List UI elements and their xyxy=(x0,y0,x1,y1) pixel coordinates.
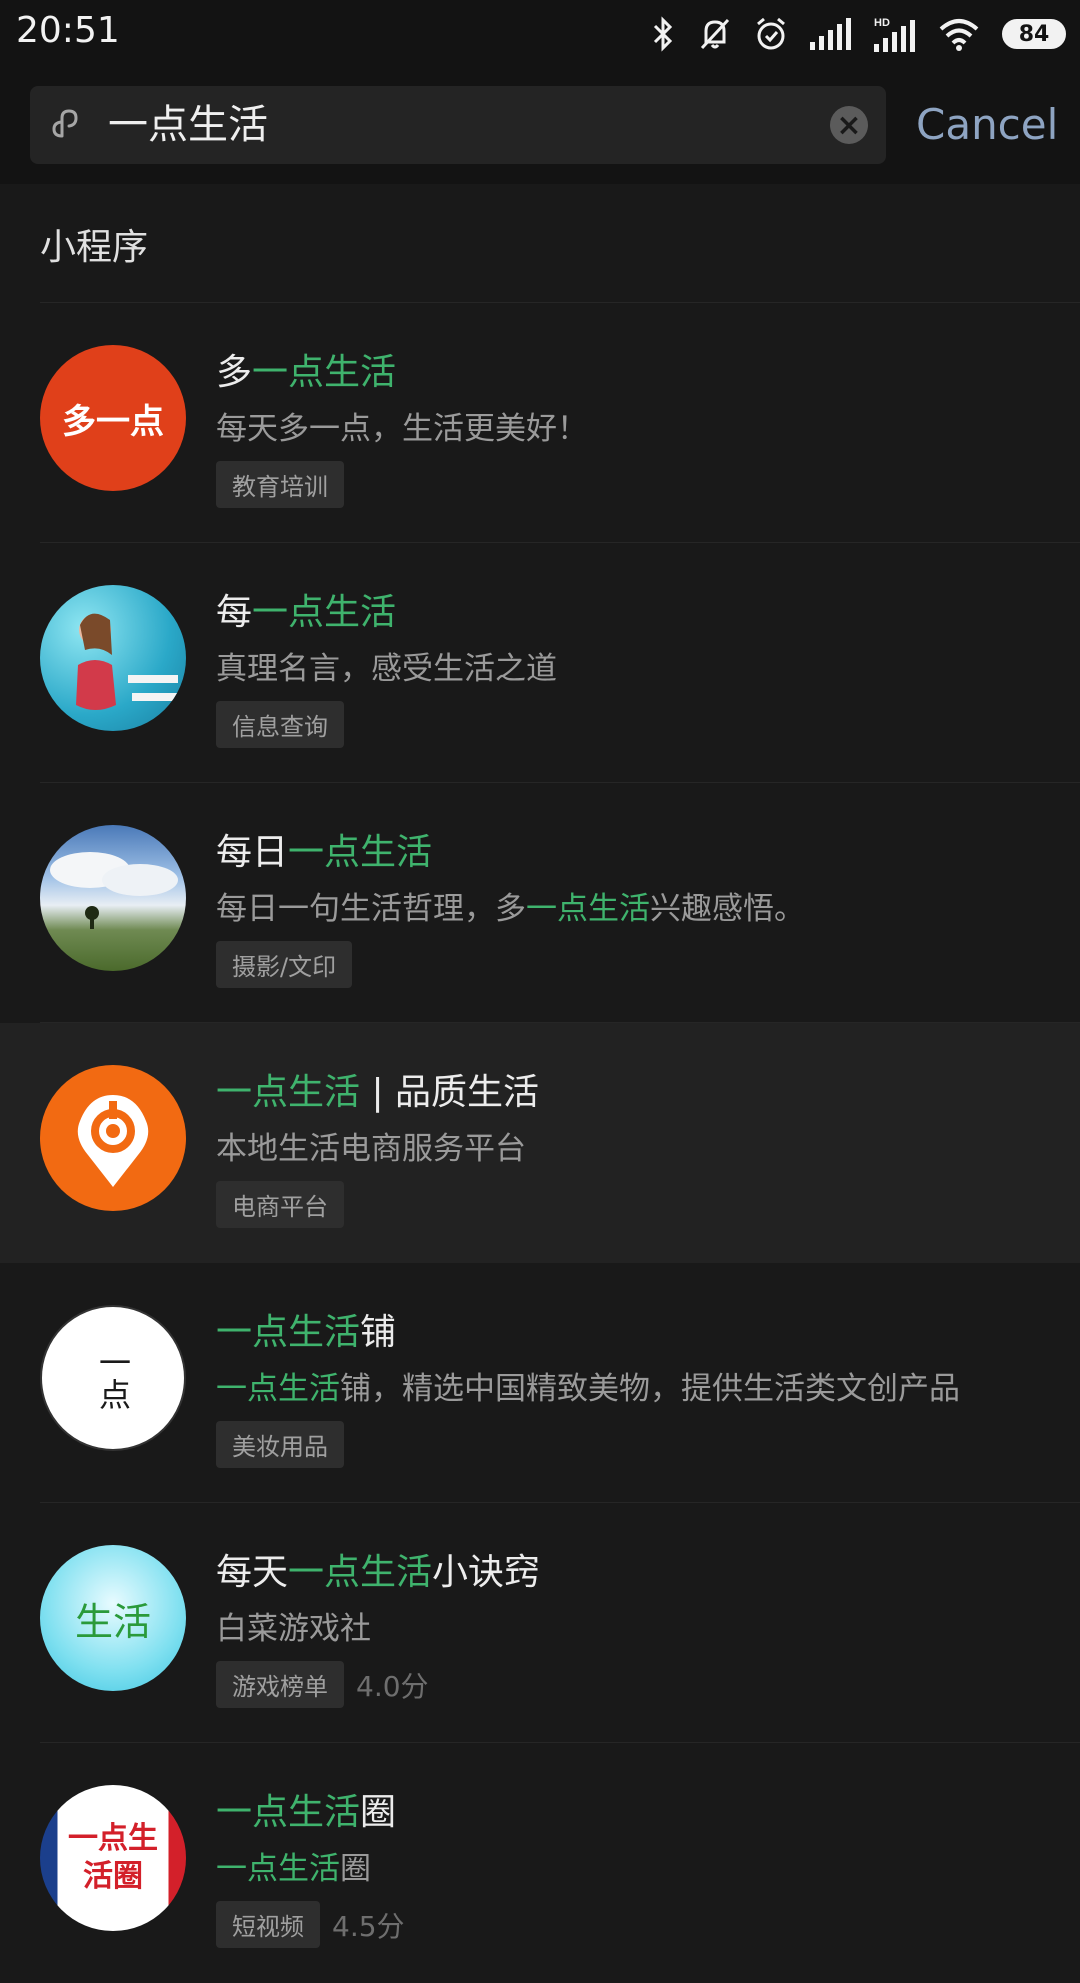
clear-icon[interactable]: × xyxy=(830,106,868,144)
alarm-icon xyxy=(757,17,785,50)
item-tags: 电商平台 xyxy=(216,1181,344,1228)
category-tag: 电商平台 xyxy=(216,1181,344,1228)
avatar xyxy=(40,825,186,971)
item-tags: 美妆用品 xyxy=(216,1421,344,1468)
section-title: 小程序 xyxy=(40,227,149,268)
landscape-photo-icon xyxy=(50,852,178,929)
item-description: 本地生活电商服务平台 xyxy=(216,1131,526,1167)
item-tags: 摄影/文印 xyxy=(216,941,353,988)
search-bar: 一点生活 × Cancel xyxy=(0,68,1080,184)
item-tags: 短视频 4.5分 xyxy=(216,1901,405,1948)
battery-indicator: 84 xyxy=(1002,19,1066,49)
category-tag: 短视频 xyxy=(216,1901,320,1948)
item-title: 一点生活圈 xyxy=(216,1792,397,1833)
item-description: 每天多一点，生活更美好！ xyxy=(216,411,588,447)
location-pin-icon xyxy=(77,1095,149,1187)
person-photo-icon xyxy=(76,613,182,710)
result-item[interactable]: 一点生活圈 一点生活圈 一点生活圈 短视频 4.5分 xyxy=(0,1743,1080,1983)
item-tags: 教育培训 xyxy=(216,461,344,508)
wifi-icon xyxy=(939,19,979,51)
avatar-logo-text: 一点 xyxy=(94,1346,132,1410)
result-item[interactable]: 一点 一点生活铺 一点生活铺，精选中国精致美物，提供生活类文创产品 美妆用品 xyxy=(0,1263,1080,1503)
result-item[interactable]: 一点生活 | 品质生活 本地生活电商服务平台 电商平台 xyxy=(0,1023,1080,1263)
category-tag: 美妆用品 xyxy=(216,1421,344,1468)
signal-icon xyxy=(810,18,851,50)
avatar: 一点 xyxy=(40,1305,186,1451)
avatar: 一点生活圈 xyxy=(40,1785,186,1931)
status-icons: HD 84 xyxy=(650,10,1066,58)
item-title: 一点生活 | 品质生活 xyxy=(216,1072,540,1113)
avatar: 多一点 xyxy=(40,345,186,491)
svg-text:HD: HD xyxy=(874,17,890,29)
search-box[interactable]: 一点生活 × xyxy=(30,86,886,164)
item-description: 白菜游戏社 xyxy=(216,1611,371,1647)
item-description: 每日一句生活哲理，多一点生活兴趣感悟。 xyxy=(216,891,805,927)
category-tag: 教育培训 xyxy=(216,461,344,508)
miniprogram-icon xyxy=(52,109,78,138)
cancel-button[interactable]: Cancel xyxy=(916,86,1058,164)
search-input[interactable]: 一点生活 xyxy=(108,86,788,164)
item-description: 一点生活圈 xyxy=(216,1851,371,1887)
category-tag: 摄影/文印 xyxy=(216,941,353,988)
item-title: 多一点生活 xyxy=(216,352,397,393)
results-list: 多一点 多一点生活 每天多一点，生活更美好！ 教育培训 每一点生活 真理名言，感… xyxy=(0,303,1080,1983)
avatar xyxy=(40,1065,186,1211)
rating: 4.5分 xyxy=(332,1909,405,1943)
avatar: 生活 xyxy=(40,1545,186,1691)
rating: 4.0分 xyxy=(356,1669,429,1703)
avatar xyxy=(40,585,186,731)
item-title: 一点生活铺 xyxy=(216,1312,397,1353)
avatar-logo-text: 多一点 xyxy=(62,401,164,442)
item-description: 真理名言，感受生活之道 xyxy=(216,651,557,687)
category-tag: 信息查询 xyxy=(216,701,344,748)
result-item[interactable]: 多一点 多一点生活 每天多一点，生活更美好！ 教育培训 xyxy=(0,303,1080,543)
status-time: 20:51 xyxy=(16,10,120,51)
avatar-logo-text: 一点生活圈 xyxy=(68,1821,158,1894)
item-title: 每天一点生活小诀窍 xyxy=(216,1552,541,1593)
item-title: 每日一点生活 xyxy=(216,832,433,873)
item-tags: 信息查询 xyxy=(216,701,344,748)
result-item[interactable]: 生活 每天一点生活小诀窍 白菜游戏社 游戏榜单 4.0分 xyxy=(0,1503,1080,1743)
category-tag: 游戏榜单 xyxy=(216,1661,344,1708)
result-item[interactable]: 每一点生活 真理名言，感受生活之道 信息查询 xyxy=(0,543,1080,783)
hd-signal-icon: HD xyxy=(874,17,915,52)
mute-bell-icon xyxy=(700,18,730,50)
item-tags: 游戏榜单 4.0分 xyxy=(216,1661,429,1708)
avatar-logo-text: 生活 xyxy=(74,1599,151,1644)
item-description: 一点生活铺，精选中国精致美物，提供生活类文创产品 xyxy=(216,1371,960,1407)
status-bar: 20:51 HD 84 xyxy=(0,0,1080,68)
bluetooth-icon xyxy=(653,16,673,52)
item-title: 每一点生活 xyxy=(216,592,397,633)
result-item[interactable]: 每日一点生活 每日一句生活哲理，多一点生活兴趣感悟。 摄影/文印 xyxy=(0,783,1080,1023)
